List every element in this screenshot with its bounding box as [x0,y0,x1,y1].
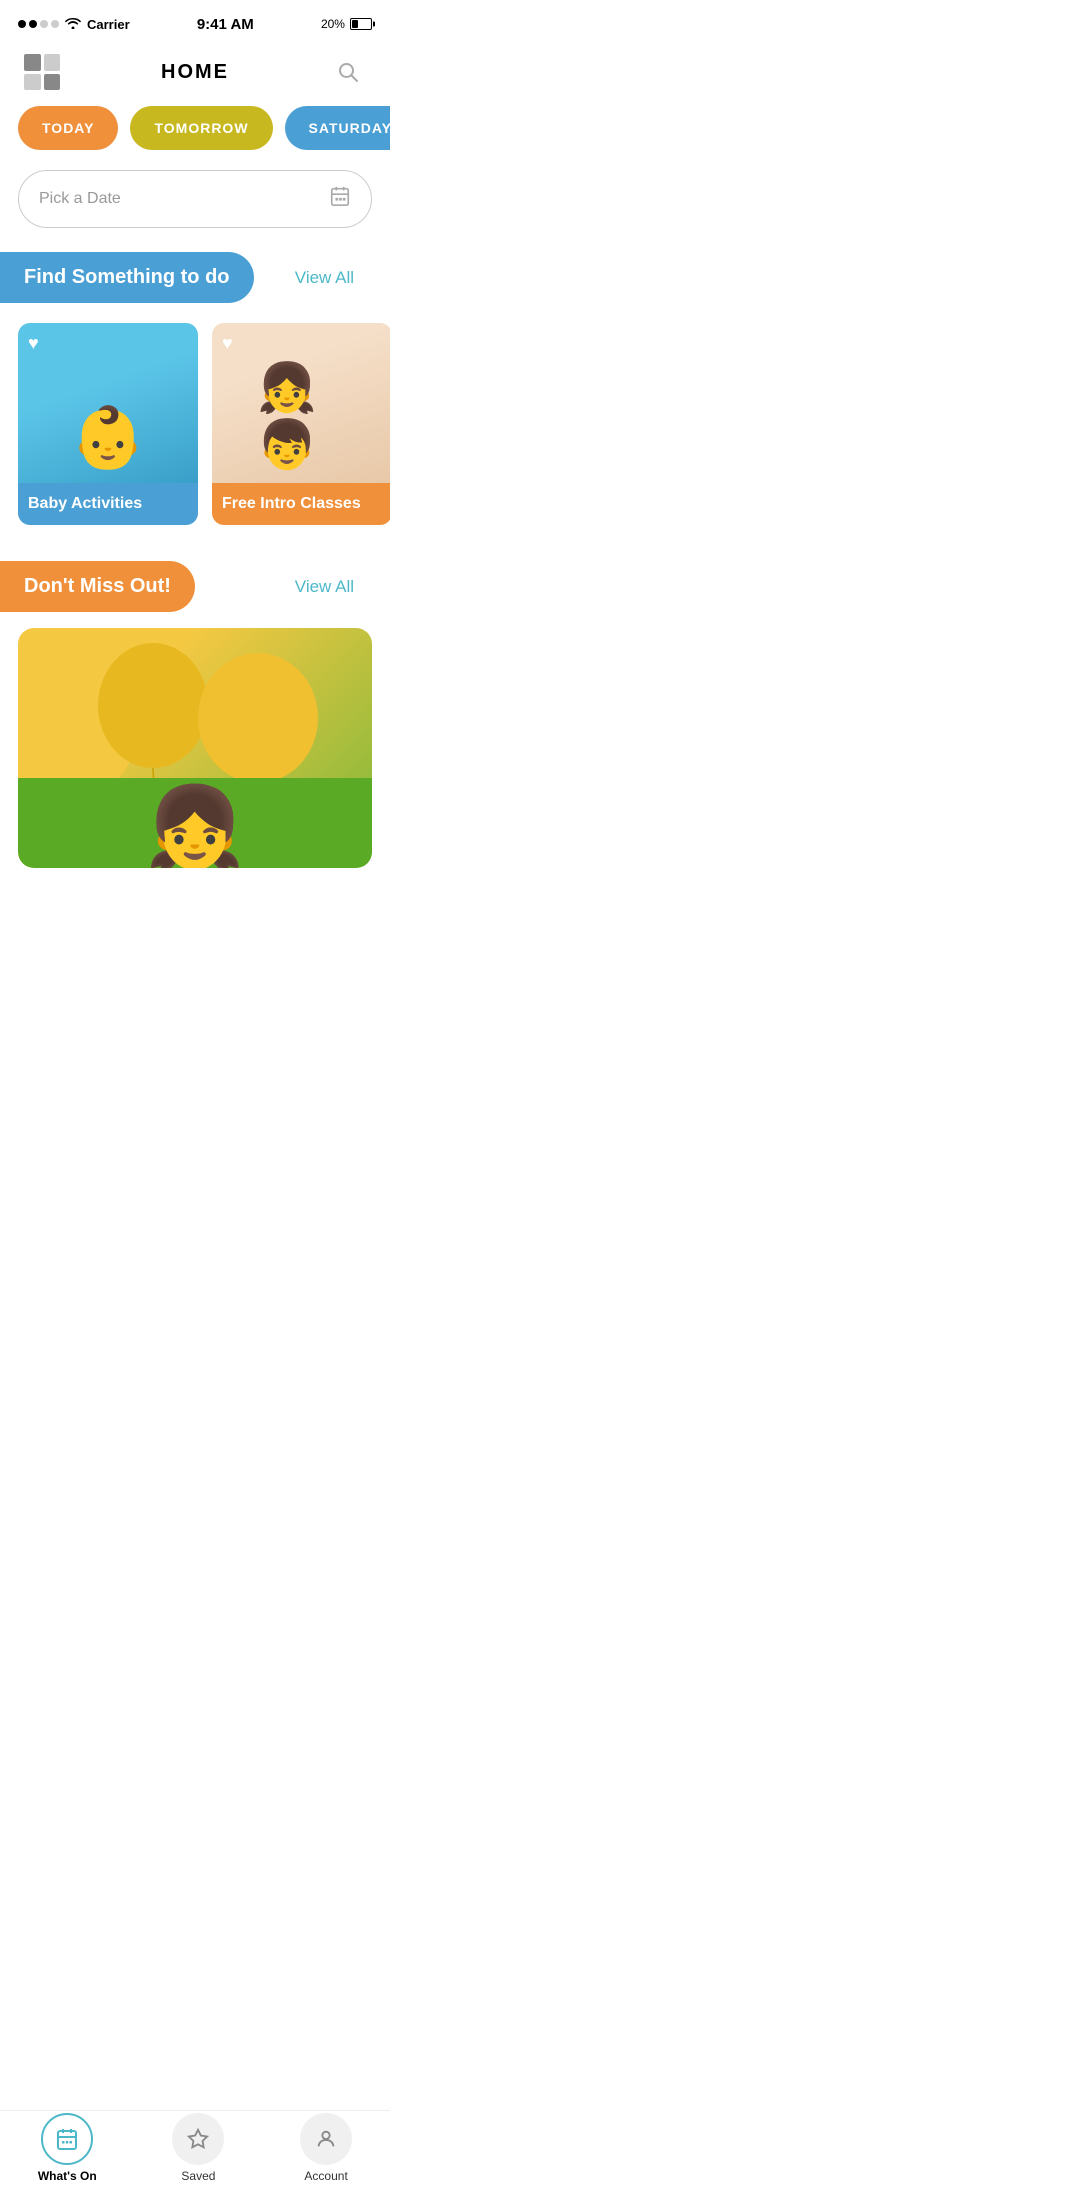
saved-label: Saved [181,2169,215,2183]
nav-account[interactable]: Account [300,2113,352,2183]
whats-on-label: What's On [38,2169,97,2183]
battery-percent: 20% [321,17,345,31]
baby-activities-image: ♥ [18,323,198,483]
dont-miss-image[interactable]: 👧 [18,628,372,868]
nav-whats-on[interactable]: What's On [38,2113,97,2183]
free-intro-label: Free Intro Classes [212,483,390,525]
date-picker-container: Pick a Date [0,170,390,248]
balloon-2 [98,643,208,768]
balloon-3 [198,653,318,783]
baby-heart-icon[interactable]: ♥ [28,333,39,354]
whats-on-icon [41,2113,93,2165]
saved-icon [172,2113,224,2165]
signal-icon [18,20,59,28]
status-bar: Carrier 9:41 AM 20% [0,0,390,44]
date-picker-input[interactable]: Pick a Date [18,170,372,228]
status-time: 9:41 AM [197,16,254,33]
dont-miss-view-all[interactable]: View All [295,577,354,597]
dont-miss-header: Don't Miss Out! View All [0,557,390,628]
tomorrow-button[interactable]: TOMORROW [130,106,272,150]
find-view-all[interactable]: View All [295,268,354,288]
nav-saved[interactable]: Saved [172,2113,224,2183]
date-picker-placeholder: Pick a Date [39,190,121,208]
find-section-title: Find Something to do [0,252,254,303]
wifi-icon [65,16,81,32]
baby-activities-label: Baby Activities [18,483,198,525]
page-title: HOME [161,61,229,84]
battery-icon [350,18,372,30]
free-intro-heart-icon[interactable]: ♥ [222,333,233,354]
find-section: Find Something to do View All ♥ Baby Act… [0,248,390,553]
calendar-icon [329,185,351,213]
search-button[interactable] [330,54,366,90]
app-logo [24,54,60,90]
child-figure: 👧 [145,788,245,868]
account-label: Account [304,2169,347,2183]
today-button[interactable]: TODAY [18,106,118,150]
saturday-button[interactable]: SATURDAY [285,106,390,150]
bottom-nav: What's On Saved Account [0,2110,390,2200]
baby-activities-card[interactable]: ♥ Baby Activities [18,323,198,525]
free-intro-image: ♥ [212,323,390,483]
activity-cards-list: ♥ Baby Activities ♥ Free Intro Classes ♥… [0,323,390,553]
carrier-label: Carrier [87,17,130,32]
account-icon [300,2113,352,2165]
header: HOME [0,44,390,106]
dont-miss-bg: 👧 [18,628,372,868]
free-intro-card[interactable]: ♥ Free Intro Classes [212,323,390,525]
dont-miss-title: Don't Miss Out! [0,561,195,612]
status-left: Carrier [18,16,130,32]
find-section-header: Find Something to do View All [0,248,390,319]
status-right: 20% [321,17,372,31]
dont-miss-section: Don't Miss Out! View All 👧 [0,557,390,868]
date-filter-bar: TODAY TOMORROW SATURDAY SUNDAY [0,106,390,170]
